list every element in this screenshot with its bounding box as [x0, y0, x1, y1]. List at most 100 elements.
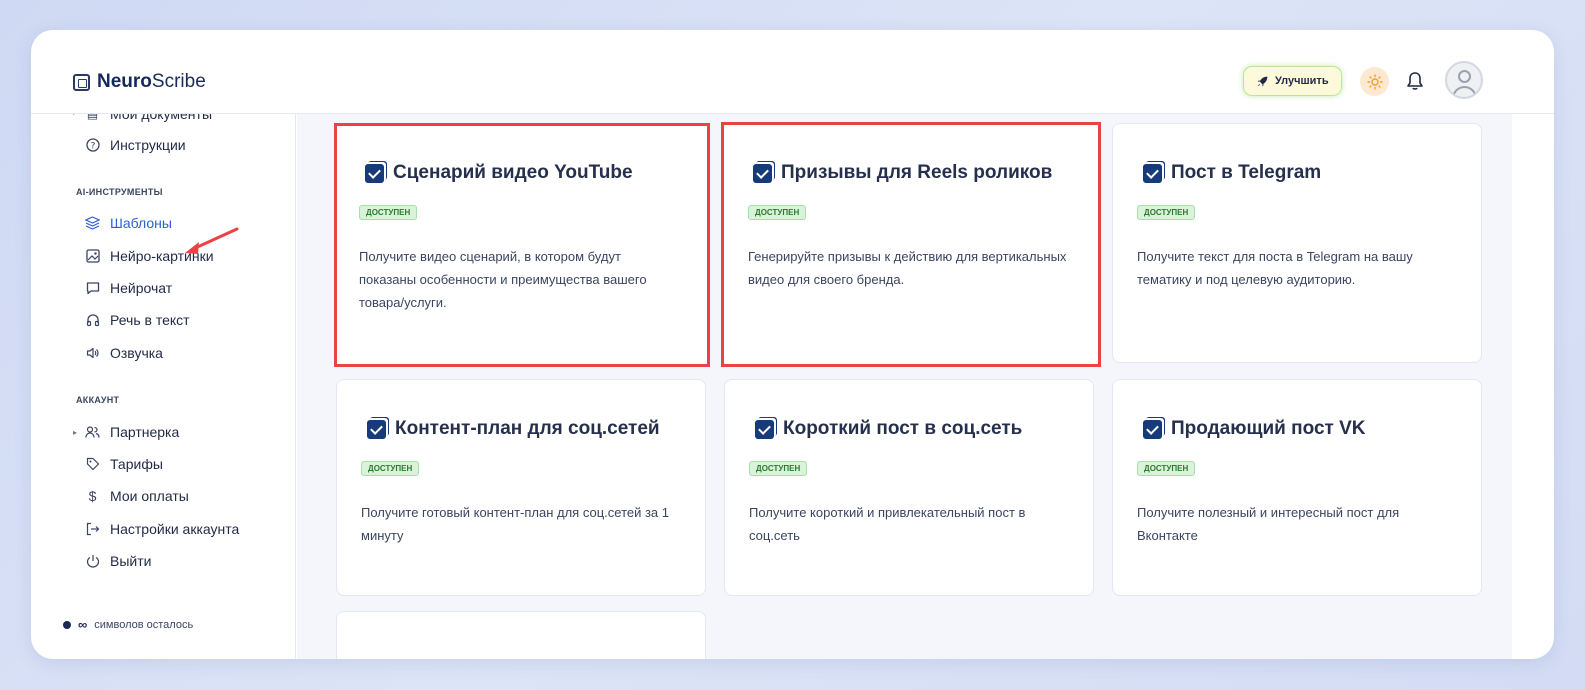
template-card-youtube[interactable]: Сценарий видео YouTube ДОСТУПЕН Получите…: [334, 123, 710, 367]
sidebar-item-logout[interactable]: Выйти: [85, 553, 151, 569]
sidebar-item-label: Нейрочат: [110, 280, 173, 296]
document-icon: ▤: [86, 114, 99, 121]
status-badge: ДОСТУПЕН: [359, 205, 418, 220]
status-badge: ДОСТУПЕН: [1137, 205, 1196, 220]
logo-light-text: Scribe: [151, 71, 206, 92]
bell-icon: [1407, 72, 1423, 90]
sidebar-item-label: Шаблоны: [110, 215, 172, 231]
section-account: АККАУНТ: [76, 395, 120, 405]
power-icon: [85, 554, 100, 569]
template-card-reels[interactable]: Призывы для Reels роликов ДОСТУПЕН Генер…: [721, 122, 1101, 367]
app-window: NeuroScribe Улучшить ▸ ▤ Мои документы ?…: [31, 30, 1554, 659]
template-card-partial[interactable]: [336, 611, 706, 659]
template-card-content-plan[interactable]: Контент-план для соц.сетей ДОСТУПЕН Полу…: [336, 379, 706, 596]
card-title-text: Сценарий видео YouTube: [393, 162, 633, 183]
sidebar-item-label: Нейро-картинки: [110, 248, 214, 264]
card-title: Пост в Telegram: [1143, 162, 1321, 184]
sidebar-item-voiceover[interactable]: Озвучка: [85, 345, 163, 361]
sidebar-item-label: Озвучка: [110, 345, 163, 361]
symbols-remaining: ∞ символов осталось: [63, 617, 193, 632]
card-title: Короткий пост в соц.сеть: [755, 418, 1022, 440]
checkbox-icon: [1143, 419, 1162, 439]
help-circle-icon: ?: [85, 138, 100, 153]
sidebar-item-my-documents[interactable]: ▤ Мои документы: [85, 114, 212, 122]
speaker-icon: [85, 346, 100, 361]
sidebar-item-instructions[interactable]: ? Инструкции: [85, 137, 186, 153]
upgrade-label: Улучшить: [1275, 75, 1329, 87]
card-title: Продающий пост VK: [1143, 418, 1366, 440]
card-description: Получите короткий и привлекательный пост…: [749, 505, 1026, 543]
sun-icon: [1366, 73, 1383, 90]
template-card-vk-post[interactable]: Продающий пост VK ДОСТУПЕН Получите поле…: [1112, 379, 1482, 596]
sidebar-item-neuro-images[interactable]: Нейро-картинки: [85, 248, 214, 264]
chat-icon: [85, 281, 100, 296]
expand-caret-icon[interactable]: ▸: [73, 428, 77, 437]
card-title-text: Призывы для Reels роликов: [781, 162, 1053, 183]
users-icon: [85, 425, 100, 440]
card-description: Получите текст для поста в Telegram на в…: [1137, 249, 1413, 287]
expand-caret-icon[interactable]: ▸: [73, 114, 77, 117]
checkbox-icon: [755, 419, 774, 439]
logout-arrow-icon: [85, 522, 100, 537]
dollar-icon: $: [88, 488, 97, 504]
status-badge: ДОСТУПЕН: [748, 205, 807, 220]
template-card-telegram[interactable]: Пост в Telegram ДОСТУПЕН Получите текст …: [1112, 123, 1482, 363]
logo-icon: [73, 73, 90, 91]
logo-bold-text: Neuro: [97, 71, 152, 92]
sidebar-item-speech-to-text[interactable]: Речь в текст: [85, 312, 190, 328]
theme-toggle[interactable]: [1360, 67, 1389, 96]
avatar[interactable]: [1445, 61, 1483, 99]
section-ai-tools: AI-ИНСТРУМЕНТЫ: [76, 187, 163, 197]
headphones-icon: [85, 313, 100, 328]
sidebar-item-label: Тарифы: [110, 456, 163, 472]
card-title: Сценарий видео YouTube: [365, 162, 633, 184]
checkbox-icon: [1143, 163, 1162, 183]
sidebar-item-label: Мои документы: [110, 114, 213, 122]
sidebar-item-label: Партнерка: [110, 424, 180, 440]
card-description: Получите полезный и интересный пост для …: [1137, 505, 1400, 543]
sidebar-item-label: Инструкции: [110, 137, 186, 153]
card-title-text: Пост в Telegram: [1171, 162, 1322, 183]
card-description: Получите видео сценарий, в котором будут…: [359, 249, 647, 310]
status-dot: [63, 620, 71, 629]
sidebar: ▸ ▤ Мои документы ? Инструкции AI-ИНСТРУ…: [31, 114, 296, 659]
card-description: Получите готовый контент-план для соц.се…: [361, 505, 670, 543]
sidebar-item-label: Мои оплаты: [110, 488, 189, 504]
image-icon: [85, 249, 100, 264]
card-title-text: Короткий пост в соц.сеть: [783, 418, 1023, 439]
sidebar-item-label: Настройки аккаунта: [110, 521, 240, 537]
sidebar-item-label: Речь в текст: [110, 312, 190, 328]
avatar-body-icon: [1452, 86, 1477, 97]
sidebar-item-neurochat[interactable]: Нейрочат: [85, 280, 172, 296]
sidebar-item-account-settings[interactable]: Настройки аккаунта: [85, 521, 239, 537]
rocket-icon: [1257, 76, 1268, 86]
card-title-text: Контент-план для соц.сетей: [395, 418, 660, 439]
status-badge: ДОСТУПЕН: [361, 461, 420, 476]
avatar-head-icon: [1458, 70, 1471, 83]
card-description: Генерируйте призывы к действию для верти…: [748, 249, 1067, 287]
card-title: Призывы для Reels роликов: [753, 162, 1052, 184]
tag-icon: [85, 457, 100, 472]
svg-text:?: ?: [90, 142, 95, 152]
checkbox-icon: [367, 419, 386, 439]
checkbox-icon: [753, 163, 772, 183]
upgrade-button[interactable]: Улучшить: [1243, 66, 1342, 96]
status-badge: ДОСТУПЕН: [1137, 461, 1196, 476]
templates-grid: Сценарий видео YouTube ДОСТУПЕН Получите…: [297, 114, 1512, 659]
symbols-label: символов осталось: [94, 618, 194, 631]
logo[interactable]: NeuroScribe: [73, 71, 206, 93]
sidebar-item-partners[interactable]: Партнерка: [85, 424, 179, 440]
symbols-value: ∞: [78, 617, 88, 632]
sidebar-item-payments[interactable]: $ Мои оплаты: [85, 488, 189, 504]
card-title-text: Продающий пост VK: [1171, 418, 1366, 439]
sidebar-item-tariffs[interactable]: Тарифы: [85, 456, 163, 472]
status-badge: ДОСТУПЕН: [749, 461, 808, 476]
checkbox-icon: [365, 163, 384, 183]
sidebar-item-templates[interactable]: Шаблоны: [85, 215, 172, 231]
layers-icon: [85, 216, 100, 231]
top-bar: NeuroScribe Улучшить: [31, 30, 1554, 114]
notifications-button[interactable]: [1403, 68, 1427, 94]
card-title: Контент-план для соц.сетей: [367, 418, 660, 440]
sidebar-item-label: Выйти: [110, 553, 152, 569]
template-card-short-post[interactable]: Короткий пост в соц.сеть ДОСТУПЕН Получи…: [724, 379, 1094, 596]
